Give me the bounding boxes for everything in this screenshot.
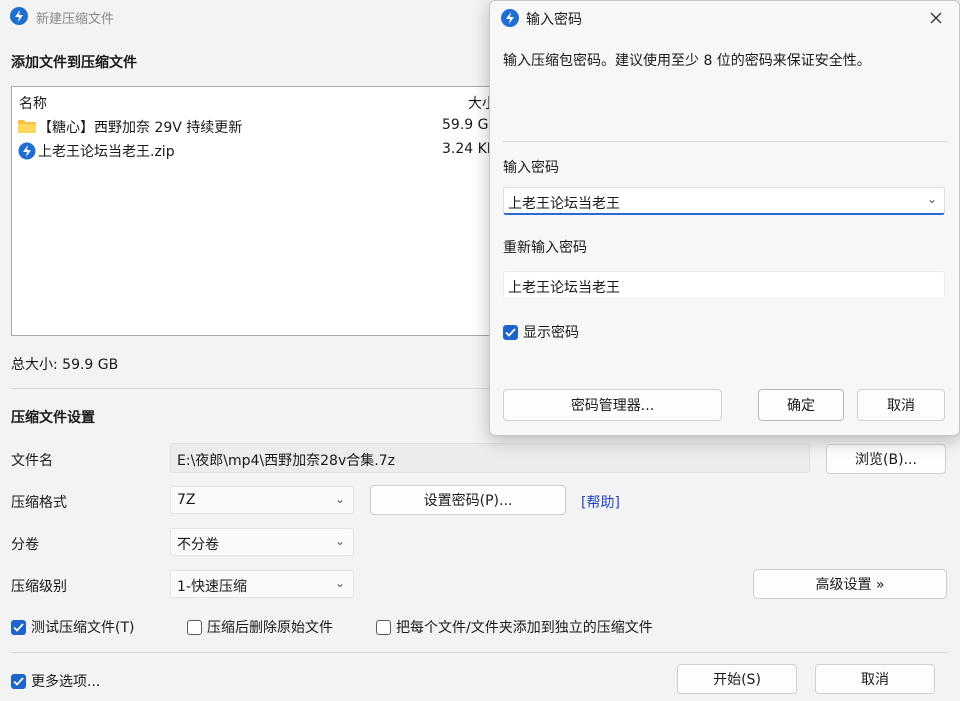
file-row[interactable]: 上老王论坛当老王.zip 3.24 KB <box>12 139 510 163</box>
app-logo-icon <box>10 7 28 25</box>
password-input[interactable]: 上老王论坛当老王 ⌄ <box>503 187 945 215</box>
folder-icon <box>18 120 36 133</box>
file-row[interactable]: 【糖心】西野加奈 29V 持续更新 59.9 GB <box>12 115 510 139</box>
reenter-password-input[interactable]: 上老王论坛当老王 <box>503 271 945 299</box>
test-archive-label: 测试压缩文件(T) <box>31 620 135 636</box>
footer-divider <box>11 652 948 653</box>
dialog-divider <box>503 141 948 142</box>
level-select[interactable]: 1-快速压缩 ⌄ <box>170 570 354 598</box>
split-select-value: 不分卷 <box>177 537 219 553</box>
filename-input[interactable]: E:\夜郎\mp4\西野加奈28v合集.7z <box>170 443 810 473</box>
column-header-name[interactable]: 名称 <box>19 93 47 113</box>
browse-button[interactable]: 浏览(B)... <box>826 444 946 474</box>
set-password-button[interactable]: 设置密码(P)... <box>370 485 566 515</box>
dialog-cancel-button[interactable]: 取消 <box>857 389 945 421</box>
separate-archives-label: 把每个文件/文件夹添加到独立的压缩文件 <box>396 620 653 636</box>
password-manager-button[interactable]: 密码管理器... <box>503 389 722 421</box>
delete-after-option[interactable]: 压缩后删除原始文件 <box>187 617 333 637</box>
window-title: 新建压缩文件 <box>36 12 115 27</box>
level-select-value: 1-快速压缩 <box>177 579 247 595</box>
level-label: 压缩级别 <box>11 579 67 595</box>
more-options-toggle[interactable]: 更多选项... <box>11 671 100 691</box>
zip-archive-icon <box>18 142 36 160</box>
delete-after-label: 压缩后删除原始文件 <box>207 620 333 636</box>
add-files-section-title: 添加文件到压缩文件 <box>11 55 137 71</box>
show-password-label: 显示密码 <box>523 325 579 341</box>
format-label: 压缩格式 <box>11 495 67 511</box>
file-name: 【糖心】西野加奈 29V 持续更新 <box>38 120 243 136</box>
filename-label: 文件名 <box>11 453 53 469</box>
checkbox-unchecked-icon[interactable] <box>187 619 202 635</box>
help-link[interactable]: [帮助] <box>581 492 620 512</box>
advanced-settings-button[interactable]: 高级设置 » <box>753 569 947 599</box>
format-select[interactable]: 7Z ⌄ <box>170 486 354 514</box>
checkbox-checked-icon[interactable] <box>503 324 518 340</box>
password-value: 上老王论坛当老王 <box>508 196 620 212</box>
checkbox-unchecked-icon[interactable] <box>376 619 391 635</box>
show-password-option[interactable]: 显示密码 <box>503 322 579 342</box>
settings-section-title: 压缩文件设置 <box>11 410 95 426</box>
split-label: 分卷 <box>11 537 39 553</box>
dialog-title: 输入密码 <box>526 12 582 28</box>
chevron-down-icon[interactable]: ⌄ <box>927 192 937 206</box>
more-options-label: 更多选项... <box>31 674 101 690</box>
chevron-down-icon: ⌄ <box>334 492 345 506</box>
format-select-value: 7Z <box>177 492 196 508</box>
total-size-label: 总大小: 59.9 GB <box>11 357 119 373</box>
split-select[interactable]: 不分卷 ⌄ <box>170 528 354 556</box>
chevron-down-icon: ⌄ <box>334 576 345 590</box>
checkbox-checked-icon[interactable] <box>11 619 26 635</box>
reenter-password-label: 重新输入密码 <box>503 240 587 256</box>
start-button[interactable]: 开始(S) <box>677 664 797 694</box>
password-dialog: 输入密码 输入压缩包密码。建议使用至少 8 位的密码来保证安全性。 输入密码 上… <box>489 0 960 436</box>
main-cancel-button[interactable]: 取消 <box>815 664 935 694</box>
file-name: 上老王论坛当老王.zip <box>38 144 175 160</box>
chevron-down-icon: ⌄ <box>334 534 345 548</box>
dialog-description: 输入压缩包密码。建议使用至少 8 位的密码来保证安全性。 <box>503 53 871 69</box>
ok-button[interactable]: 确定 <box>758 389 844 421</box>
separate-archives-option[interactable]: 把每个文件/文件夹添加到独立的压缩文件 <box>376 617 653 637</box>
close-icon[interactable] <box>925 7 947 29</box>
test-archive-option[interactable]: 测试压缩文件(T) <box>11 617 134 637</box>
dialog-logo-icon <box>501 9 519 27</box>
file-list[interactable]: 名称 大小 【糖心】西野加奈 29V 持续更新 59.9 GB 上老王论坛当老王… <box>11 86 511 336</box>
password-label: 输入密码 <box>503 160 559 176</box>
checkbox-checked-icon[interactable] <box>11 673 26 689</box>
